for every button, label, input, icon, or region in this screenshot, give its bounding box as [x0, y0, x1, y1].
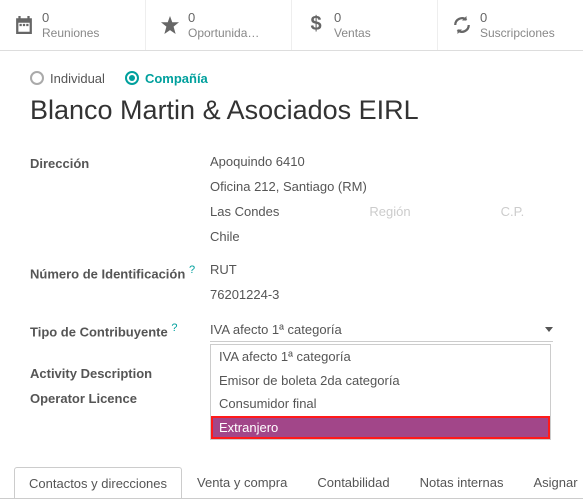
id-number-input[interactable]: 76201224-3 — [210, 287, 279, 302]
stat-count: 0 — [42, 10, 99, 26]
stat-opportunities[interactable]: 0 Oportunida… — [146, 0, 292, 50]
tab-contactos[interactable]: Contactos y direcciones — [14, 467, 182, 499]
tab-notas-internas[interactable]: Notas internas — [405, 466, 519, 498]
dropdown-option[interactable]: IVA afecto 1ª categoría — [211, 345, 550, 369]
tab-venta-compra[interactable]: Venta y compra — [182, 466, 302, 498]
stat-label: Oportunida… — [188, 26, 259, 40]
dollar-icon: $ — [306, 15, 326, 35]
country-input[interactable]: Chile — [210, 229, 240, 244]
id-type-input[interactable]: RUT — [210, 262, 237, 277]
dropdown-option-highlighted[interactable]: Extranjero — [211, 416, 550, 440]
taxpayer-select[interactable]: IVA afecto 1ª categoría — [210, 320, 553, 342]
refresh-icon — [452, 15, 472, 35]
stat-meetings[interactable]: 0 Reuniones — [0, 0, 146, 50]
label-numero-id: Número de Identificación ? — [30, 262, 210, 281]
chevron-down-icon — [545, 327, 553, 332]
address-block: Apoquindo 6410 Oficina 212, Santiago (RM… — [210, 154, 553, 254]
radio-company[interactable]: Compañía — [125, 71, 208, 86]
cp-input[interactable]: C.P. — [501, 204, 525, 219]
stat-count: 0 — [188, 10, 259, 26]
city-input[interactable]: Las Condes — [210, 204, 279, 219]
page-title[interactable]: Blanco Martin & Asociados EIRL — [30, 94, 553, 126]
radio-label: Compañía — [145, 71, 208, 86]
radio-individual[interactable]: Individual — [30, 71, 105, 86]
stat-label: Ventas — [334, 26, 371, 40]
label-direccion: Dirección — [30, 154, 210, 171]
tab-asignar[interactable]: Asignar — [518, 466, 583, 498]
select-value: IVA afecto 1ª categoría — [210, 322, 342, 337]
stat-label: Suscripciones — [480, 26, 555, 40]
street1-input[interactable]: Apoquindo 6410 — [210, 154, 305, 169]
taxpayer-dropdown: IVA afecto 1ª categoría Emisor de boleta… — [210, 344, 551, 440]
label-operator-licence: Operator Licence — [30, 389, 210, 406]
tab-contabilidad[interactable]: Contabilidad — [302, 466, 404, 498]
stat-count: 0 — [480, 10, 555, 26]
street2-input[interactable]: Oficina 212, Santiago (RM) — [210, 179, 367, 194]
partner-type-radios: Individual Compañía — [30, 71, 553, 86]
stat-label: Reuniones — [42, 26, 99, 40]
form-content: Individual Compañía Blanco Martin & Asoc… — [0, 51, 583, 406]
stats-row: 0 Reuniones 0 Oportunida… $ 0 Ventas 0 S… — [0, 0, 583, 51]
label-activity-description: Activity Description — [30, 364, 210, 381]
tab-bar: Contactos y direcciones Venta y compra C… — [0, 466, 583, 499]
help-icon[interactable]: ? — [171, 322, 177, 334]
stat-sales[interactable]: $ 0 Ventas — [292, 0, 438, 50]
dropdown-option[interactable]: Consumidor final — [211, 392, 550, 416]
stat-count: 0 — [334, 10, 371, 26]
label-tipo-contribuyente: Tipo de Contribuyente ? — [30, 320, 210, 339]
calendar-icon — [14, 15, 34, 35]
star-icon — [160, 15, 180, 35]
dropdown-option[interactable]: Emisor de boleta 2da categoría — [211, 369, 550, 393]
radio-label: Individual — [50, 71, 105, 86]
help-icon[interactable]: ? — [189, 264, 195, 276]
region-input[interactable]: Región — [369, 204, 410, 219]
stat-subscriptions[interactable]: 0 Suscripciones — [438, 0, 583, 50]
